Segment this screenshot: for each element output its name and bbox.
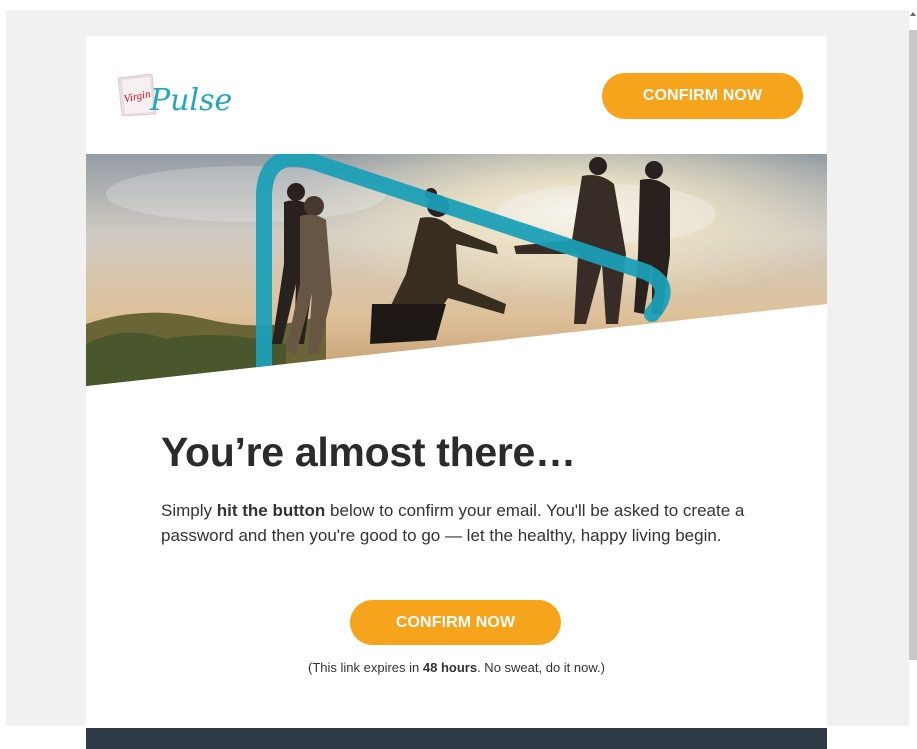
body-text-bold: hit the button bbox=[216, 501, 326, 520]
scroll-up-icon[interactable] bbox=[910, 12, 916, 16]
header-confirm-button[interactable]: CONFIRM NOW bbox=[602, 73, 803, 119]
footer-bar bbox=[86, 728, 827, 749]
note-pre: (This link expires in bbox=[308, 660, 423, 675]
scrollbar-thumb[interactable] bbox=[909, 30, 917, 660]
note-post: . No sweat, do it now.) bbox=[477, 660, 605, 675]
pulse-wordmark: Pulse bbox=[149, 83, 232, 118]
body-text-pre: Simply bbox=[161, 501, 217, 520]
expiry-note: (This link expires in 48 hours. No sweat… bbox=[86, 660, 827, 675]
note-bold: 48 hours bbox=[422, 660, 478, 675]
main-content: You’re almost there… Simply hit the butt… bbox=[161, 426, 761, 548]
hero-image bbox=[86, 154, 827, 386]
body-paragraph: Simply hit the button below to confirm y… bbox=[161, 498, 761, 548]
page-title: You’re almost there… bbox=[161, 429, 576, 475]
virgin-pulse-logo: Virgin Pulse bbox=[117, 73, 232, 118]
email-card: Virgin Pulse CONFIRM NOW You’re almost t… bbox=[86, 36, 827, 749]
main-confirm-button[interactable]: CONFIRM NOW bbox=[350, 600, 561, 645]
